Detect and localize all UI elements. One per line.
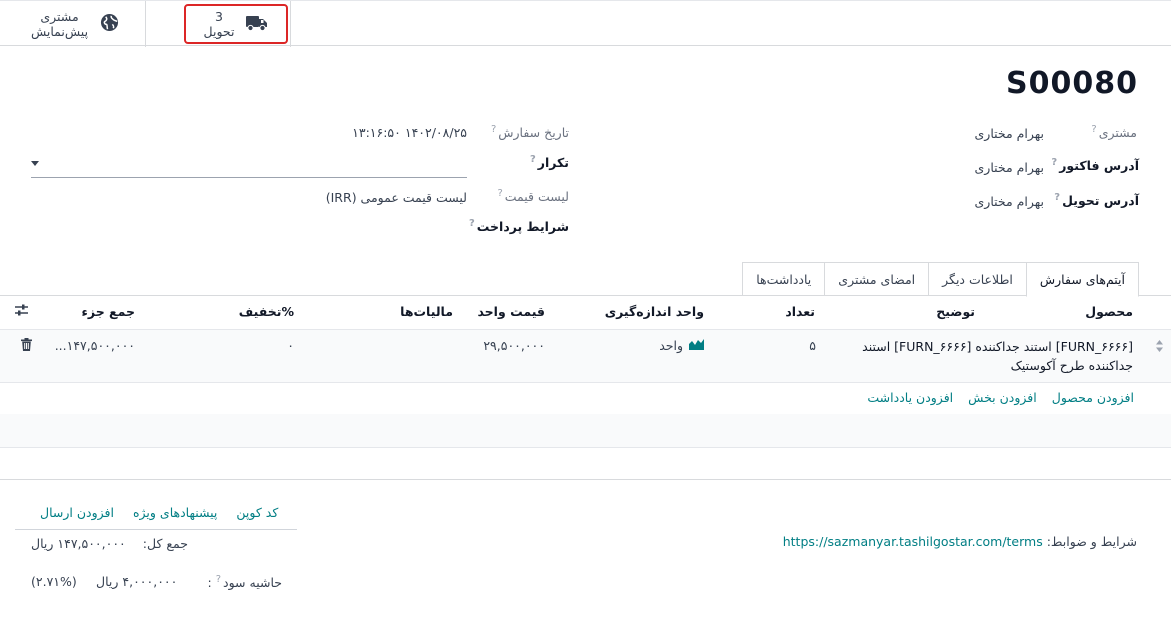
add-note-link[interactable]: افزودن یادداشت: [867, 390, 953, 405]
customer-label: مشتری?: [1091, 124, 1137, 140]
add-section-link[interactable]: افزودن بخش: [968, 390, 1037, 405]
tab-divider: [0, 295, 1171, 296]
column-uom[interactable]: واحد اندازه‌گیری: [605, 304, 704, 319]
column-taxes[interactable]: مالیات‌ها: [400, 304, 453, 319]
smart-button-bar: مشتری پیش‌نمایش 3 تحویل: [0, 0, 1171, 47]
row-divider: [0, 382, 1171, 383]
invoice-address-field[interactable]: بهرام مختاری: [975, 160, 1045, 175]
empty-row: [0, 414, 1171, 447]
margin-label: حاشیه سود? :: [207, 574, 282, 590]
help-icon[interactable]: ?: [491, 124, 496, 135]
customer-field[interactable]: بهرام مختاری: [975, 126, 1045, 141]
tab-order-lines[interactable]: آیتم‌های سفارش: [1025, 262, 1139, 297]
trash-icon[interactable]: [21, 338, 32, 354]
row-quantity[interactable]: ۵: [809, 338, 816, 353]
help-icon[interactable]: ?: [1054, 192, 1060, 203]
recurrence-label: تکرار?: [529, 154, 569, 170]
add-line-links: افزودن محصول افزودن بخش افزودن یادداشت: [867, 390, 1134, 405]
tab-other-info[interactable]: اطلاعات دیگر: [928, 262, 1027, 296]
drag-handle-icon[interactable]: [1155, 339, 1164, 356]
pricelist-field[interactable]: لیست قیمت عمومی (IRR): [326, 190, 467, 205]
column-settings-icon[interactable]: [14, 303, 29, 320]
coupon-button[interactable]: کد کوپن: [236, 505, 278, 520]
total-value: ۱۴۷,۵۰۰,۰۰۰ ریال: [31, 536, 126, 551]
row-divider: [0, 447, 1171, 448]
row-description-line1: [FURN_۶۶۶۶] استند جداکننده [FURN_۶۶۶۶] ا…: [862, 339, 1133, 354]
delivery-address-field[interactable]: بهرام مختاری: [975, 194, 1045, 209]
customer-preview-button[interactable]: مشتری پیش‌نمایش: [20, 4, 130, 44]
preview-line2: پیش‌نمایش: [30, 24, 89, 39]
totals-divider: [15, 529, 297, 530]
row-description[interactable]: [FURN_۶۶۶۶] استند جداکننده [FURN_۶۶۶۶] ا…: [833, 337, 1133, 375]
row-subtotal: ۱۴۷,۵۰۰,۰۰۰...: [54, 338, 135, 353]
add-shipping-button[interactable]: افزودن ارسال: [40, 505, 114, 520]
margin-percent: (۲.۷۱%): [31, 574, 77, 589]
footer-actions: کد کوپن پیشنهادهای ویژه افزودن ارسال: [40, 505, 278, 520]
column-product[interactable]: محصول: [1085, 304, 1133, 319]
margin-value: ۴,۰۰۰,۰۰۰ ریال: [96, 574, 178, 589]
payment-terms-label: شرایط پرداخت?: [468, 218, 569, 234]
order-date-field[interactable]: ۱۴۰۲/۰۸/۲۵ ۱۳:۱۶:۵۰: [352, 125, 467, 140]
column-quantity[interactable]: تعداد: [785, 304, 815, 319]
tab-notes[interactable]: یادداشت‌ها: [742, 262, 826, 296]
row-description-line2: جداکننده طرح آکوستیک: [1010, 358, 1133, 373]
help-icon[interactable]: ?: [530, 154, 536, 165]
help-icon[interactable]: ?: [497, 188, 502, 199]
row-unit-price[interactable]: ۲۹,۵۰۰,۰۰۰: [483, 338, 545, 353]
terms-label: شرایط و ضوابط:: [1046, 534, 1137, 549]
delivery-label: تحویل: [203, 24, 235, 39]
chevron-down-icon[interactable]: [31, 161, 39, 166]
pricelist-label: لیست قیمت?: [497, 188, 569, 204]
delivery-button[interactable]: 3 تحویل: [184, 4, 288, 44]
column-subtotal[interactable]: جمع جزء: [82, 304, 135, 319]
help-icon[interactable]: ?: [1091, 124, 1096, 135]
total-label: جمع کل:: [142, 536, 188, 551]
order-date-label: تاریخ سفارش?: [490, 124, 569, 140]
recurrence-select[interactable]: [31, 177, 467, 178]
table-bottom-divider: [0, 479, 1171, 480]
delivery-count: 3: [215, 9, 223, 24]
tab-customer-signature[interactable]: امضای مشتری: [824, 262, 930, 296]
record-title: S00080: [1006, 66, 1138, 101]
globe-icon: [100, 13, 119, 35]
divider: [290, 1, 291, 47]
row-discount[interactable]: ۰: [287, 338, 294, 353]
terms-link[interactable]: https://sazmanyar.tashilgostar.com/terms: [783, 534, 1043, 549]
truck-icon: [246, 14, 268, 35]
column-unit-price[interactable]: قیمت واحد: [477, 304, 545, 319]
notebook-tabs: آیتم‌های سفارش اطلاعات دیگر امضای مشتری …: [742, 262, 1139, 297]
column-description[interactable]: توضیح: [936, 304, 975, 319]
row-uom-label: واحد: [659, 338, 683, 353]
add-product-link[interactable]: افزودن محصول: [1052, 390, 1134, 405]
row-uom[interactable]: واحد: [659, 338, 704, 353]
delivery-address-label: آدرس تحویل?: [1054, 192, 1139, 208]
help-icon[interactable]: ?: [1051, 157, 1057, 168]
terms-and-conditions: شرایط و ضوابط: https://sazmanyar.tashilg…: [783, 534, 1137, 549]
column-discount[interactable]: تخفیف%: [239, 304, 294, 319]
invoice-address-label: آدرس فاکتور?: [1051, 157, 1139, 173]
divider: [145, 1, 146, 47]
help-icon[interactable]: ?: [216, 574, 221, 585]
preview-line1: مشتری: [40, 9, 79, 24]
forecast-chart-icon[interactable]: [689, 338, 704, 353]
help-icon[interactable]: ?: [469, 218, 475, 229]
promotions-button[interactable]: پیشنهادهای ویژه: [133, 505, 217, 520]
